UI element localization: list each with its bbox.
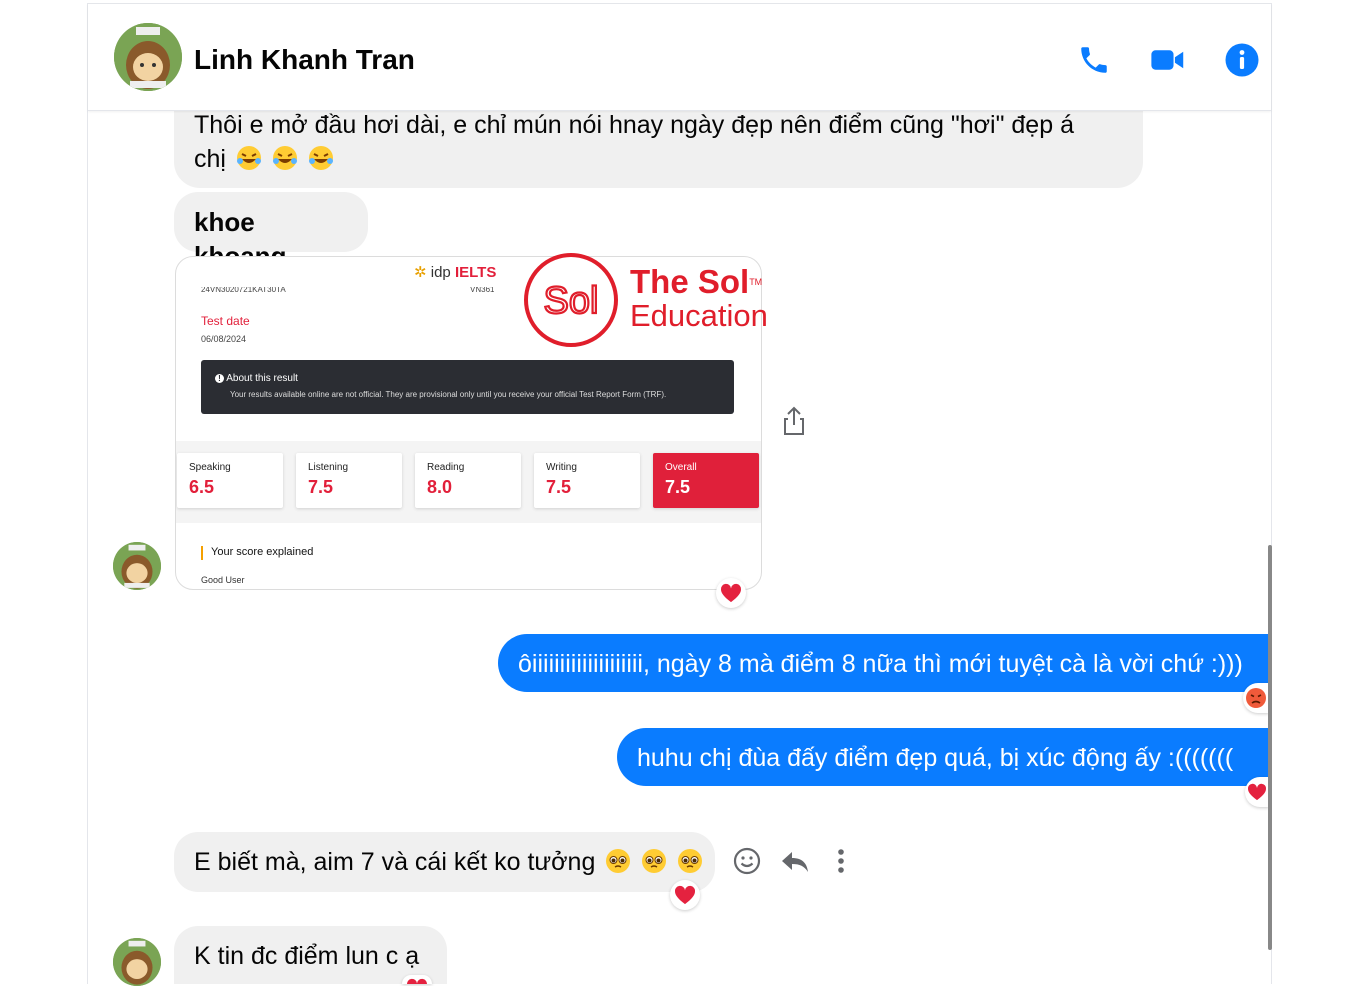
score-speaking: Speaking 6.5 [177,453,283,508]
message-text: E biết mà, aim 7 và cái kết ko tưởng [194,848,596,876]
heart-icon [674,885,696,905]
rolling-laughing-emoji-icon [233,145,334,173]
reaction-badge[interactable] [1245,777,1269,807]
reference-number: 24VN3020721KAT30TA [201,287,286,294]
share-button[interactable] [780,405,808,437]
watermark-line1: The SolTM [630,264,762,300]
watermark-title: The Sol [630,263,750,300]
score-value: 7.5 [308,477,334,497]
message-bubble-outgoing[interactable]: ôiiiiiiiiiiiiiiiiiiii, ngày 8 mà điểm 8 … [498,634,1268,692]
contact-avatar-small[interactable] [113,938,161,986]
contact-avatar[interactable] [114,23,182,91]
score-listening: Listening 7.5 [296,453,402,508]
sol-education-logo: Sol [522,251,620,349]
phone-icon [1081,47,1107,73]
share-icon [784,406,804,435]
video-icon [1151,50,1184,70]
heart-icon [720,583,742,603]
contact-avatar-small[interactable] [113,542,161,590]
score-explained-heading: Your score explained [211,546,314,558]
notice-title: About this result [226,373,298,384]
message-text: huhu chị đùa đấy điểm đẹp quá, bị xúc độ… [637,744,1234,772]
band-descriptor: Good User [201,575,245,585]
heart-icon [407,978,427,984]
score-label: Listening [308,462,349,473]
phone-call-button[interactable] [1074,40,1114,80]
angry-face-icon [1246,688,1266,708]
score-reading: Reading 8.0 [415,453,521,508]
message-text: chị [194,145,226,173]
react-button[interactable] [732,846,762,876]
result-notice: ! About this result Your results availab… [201,360,734,414]
score-value: 7.5 [665,477,691,497]
message-bubble-incoming[interactable]: E biết mà, aim 7 và cái kết ko tưởng [174,832,715,892]
brand-product-text: IELTS [454,264,497,281]
scrollbar[interactable] [1268,545,1272,950]
score-label: Writing [546,462,577,473]
conversation-info-button[interactable] [1222,40,1262,80]
info-icon: ! [215,374,224,383]
brand-text: idp [430,264,451,281]
notice-text: Your results available online are not of… [230,390,667,399]
reaction-badge[interactable] [402,975,432,984]
message-bubble-incoming[interactable]: khoe khoang [174,192,368,271]
smiley-icon [733,847,761,875]
score-label: Speaking [189,462,231,473]
pleading-face-emoji-icon [602,848,703,876]
test-date-label: Test date [201,314,250,328]
heart-icon [1247,783,1267,801]
contact-name[interactable]: Linh Khanh Tran [194,44,415,76]
score-value: 6.5 [189,477,215,497]
reaction-badge[interactable] [1243,683,1269,713]
message-text-line2: chị [194,142,1123,176]
test-date-value: 06/08/2024 [201,334,247,344]
notice-title-row: ! About this result [215,373,298,384]
reply-button[interactable] [780,846,810,876]
message-text: ôiiiiiiiiiiiiiiiiiiii, ngày 8 mà điểm 8 … [518,650,1243,678]
message-bubble-outgoing[interactable]: huhu chị đùa đấy điểm đẹp quá, bị xúc độ… [617,728,1268,786]
info-icon [1225,43,1259,77]
score-label: Reading [427,462,465,473]
sol-logo-text: Sol [544,280,599,322]
score-label: Overall [665,462,697,473]
watermark-line2: Education [630,298,768,333]
reaction-badge[interactable] [670,880,700,910]
idp-ielts-logo: ✲ idp IELTS [414,263,496,281]
idp-logo-icon: ✲ [414,264,427,281]
centre-number: VN361 [470,287,495,294]
more-options-button[interactable] [830,846,852,876]
score-value: 7.5 [546,477,572,497]
message-text: Thôi e mở đầu hơi dài, e chỉ mún nói hna… [194,111,1074,139]
section-accent-bar [201,546,203,560]
reply-icon [782,852,808,872]
message-text: K tin đc điểm lun c ạ [194,942,420,970]
score-writing: Writing 7.5 [534,453,640,508]
reaction-badge[interactable] [716,578,746,608]
video-call-button[interactable] [1148,40,1188,80]
score-overall: Overall 7.5 [653,453,759,508]
more-vertical-icon [838,849,844,873]
chat-header: Linh Khanh Tran [88,4,1271,111]
score-value: 8.0 [427,477,453,497]
trademark-mark: TM [749,277,763,287]
